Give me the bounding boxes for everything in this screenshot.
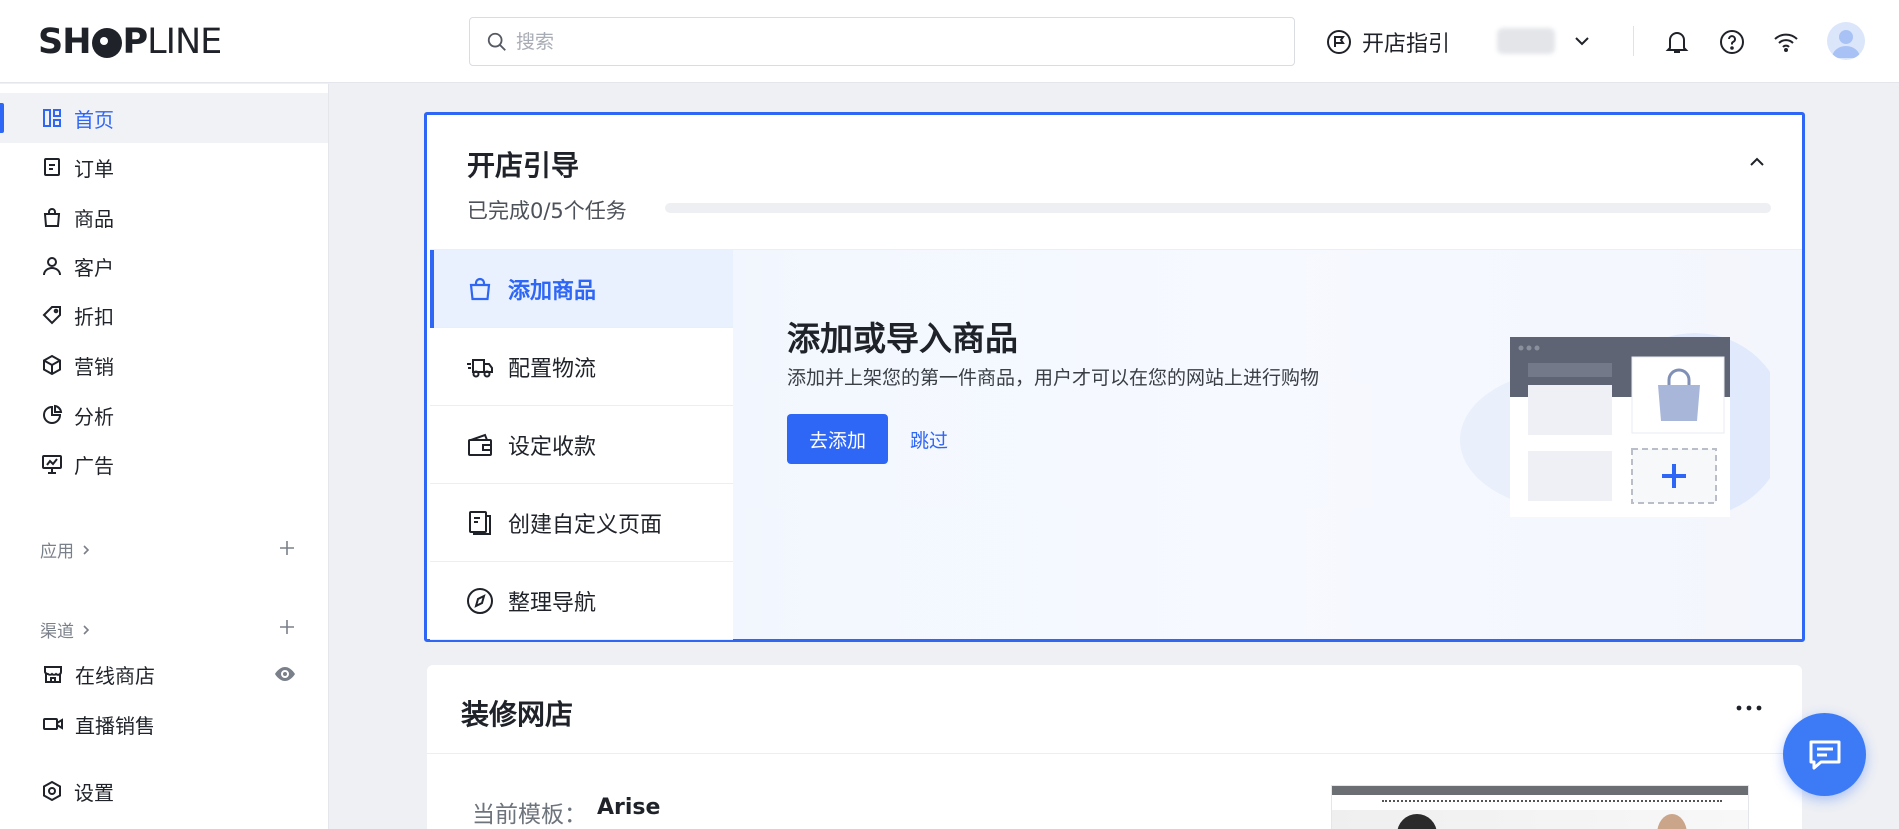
page-icon [469,510,491,535]
divider [427,753,1802,754]
task-shipping[interactable]: 配置物流 [430,328,733,406]
video-icon [43,718,63,730]
task-payment[interactable]: 设定收款 [430,406,733,484]
channels-group-title[interactable]: 渠道 [40,617,92,642]
task-detail-description: 添加并上架您的第一件商品，用户才可以在您的网站上进行购物 [787,367,1320,389]
tag-icon [42,306,61,325]
task-add-product[interactable]: 添加商品 [430,250,733,328]
sidebar-item-customers[interactable]: 客户 [0,241,328,291]
flag-circle-icon [1327,30,1351,54]
chevron-right-icon [83,624,90,635]
sidebar-item-ads[interactable]: 广告 [0,439,328,489]
eye-icon[interactable] [273,662,297,686]
order-icon [44,158,60,176]
template-preview-image[interactable] [1331,785,1749,829]
shopline-logo[interactable]: SH P LINE [38,22,222,62]
sidebar-item-home[interactable]: 首页 [0,93,328,143]
wifi-icon[interactable] [1771,27,1801,57]
skip-link[interactable]: 跳过 [910,414,948,464]
preview-hero [1332,810,1748,829]
apps-group-title[interactable]: 应用 [40,537,92,562]
template-label: 当前模板： [472,802,587,828]
store-guide-label: 开店指引 [1362,32,1451,57]
add-product-illustration [1460,333,1770,517]
sidebar-item-settings[interactable]: 设置 [0,766,328,816]
progress-bar [665,203,1771,213]
card-title: 装修网店 [461,698,574,731]
compass-icon [467,587,493,614]
chevron-up-icon[interactable] [1746,151,1768,173]
add-channel-icon[interactable] [277,617,297,637]
store-icon [44,666,62,683]
go-add-button[interactable]: 去添加 [787,414,888,464]
dashboard-icon [43,109,61,127]
decorate-store-card: 装修网店 当前模板： Arise [427,665,1802,829]
divider [1633,26,1634,56]
store-guide-card: 开店引导 已完成0/5个任务 添加商品 配置物流 设定收款 创建自定义页面 整理… [424,112,1805,642]
more-icon[interactable] [1734,703,1764,713]
progress-text: 已完成0/5个任务 [467,199,627,223]
task-custom-page[interactable]: 创建自定义页面 [430,484,733,562]
sidebar: 首页 订单 商品 客户 折扣 营销 分析 广告 应用 渠道 在线商店 直播销售 … [0,84,329,829]
user-avatar-icon [1832,30,1860,58]
sidebar-item-analytics[interactable]: 分析 [0,390,328,440]
sidebar-item-marketing[interactable]: 营销 [0,340,328,390]
truck-icon [467,358,493,377]
sidebar-item-orders[interactable]: 订单 [0,142,328,192]
guide-body: 添加商品 配置物流 设定收款 创建自定义页面 整理导航 添加或导入商品 添加并上… [430,249,1802,640]
preview-nav [1382,800,1722,803]
card-title: 开店引导 [467,149,580,182]
cube-icon [43,354,61,376]
avatar[interactable] [1827,22,1865,60]
search-input[interactable] [516,30,1276,53]
shopping-bag-icon [469,277,491,300]
help-icon[interactable] [1717,27,1747,57]
bag-icon [43,208,61,227]
template-name: Arise [597,795,661,820]
task-detail-title: 添加或导入商品 [787,319,1018,358]
chevron-down-icon[interactable] [1571,30,1593,52]
logo-o-mark [91,28,122,58]
sidebar-item-live-sales[interactable]: 直播销售 [0,699,328,749]
top-bar: SHPLINE 开店指引 [0,0,1899,83]
chat-support-button[interactable] [1783,713,1866,796]
settings-icon [43,780,61,802]
user-icon [43,257,61,276]
preview-header-bar [1332,786,1748,795]
chevron-right-icon [83,544,90,555]
search-icon [487,32,506,51]
store-guide-button[interactable]: 开店指引 [1326,24,1450,60]
pie-icon [43,404,63,424]
ad-icon [42,455,62,474]
chat-icon [1809,740,1840,769]
sidebar-item-discounts[interactable]: 折扣 [0,290,328,340]
search-box[interactable] [469,17,1295,66]
wallet-icon [468,433,492,456]
store-name-blurred[interactable] [1497,28,1555,54]
task-navigation[interactable]: 整理导航 [430,562,733,640]
sidebar-item-products[interactable]: 商品 [0,192,328,242]
bell-icon[interactable] [1662,27,1692,57]
add-app-icon[interactable] [277,538,297,558]
